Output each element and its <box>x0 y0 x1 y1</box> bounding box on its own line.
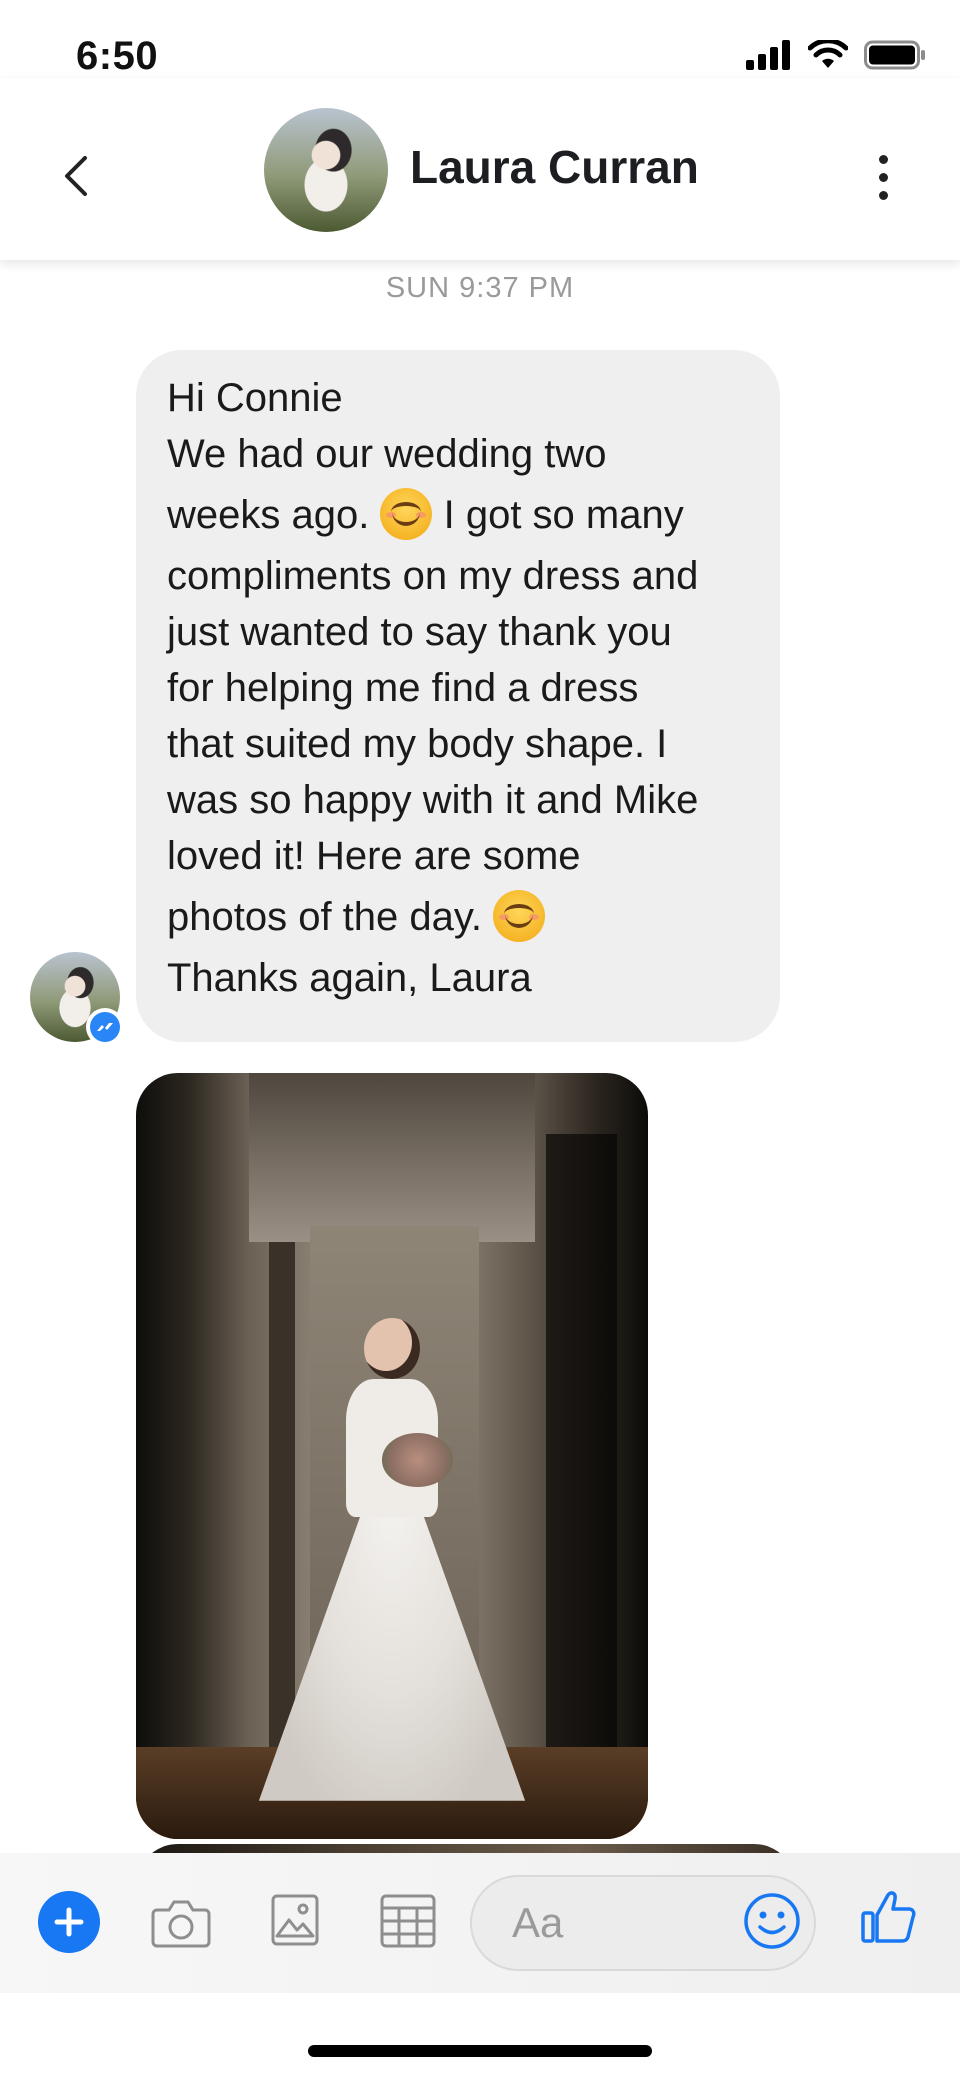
chevron-left-icon <box>65 156 87 196</box>
message-line: loved it! Here are some <box>167 834 581 878</box>
status-icons <box>746 40 926 70</box>
messenger-icon <box>90 1012 120 1042</box>
emoji-button[interactable] <box>742 1891 802 1951</box>
smiling-face-emoji-icon <box>493 890 546 942</box>
message-text: I got so many <box>443 493 684 537</box>
message-composer: Aa <box>0 1853 960 1993</box>
message-text: photos of the day. <box>167 895 483 939</box>
message-line: for helping me find a dress <box>167 666 639 710</box>
status-bar: 6:50 <box>0 0 960 90</box>
wifi-icon <box>808 40 848 68</box>
smiley-icon <box>744 1893 800 1949</box>
more-dots-icon <box>878 154 888 164</box>
plus-icon <box>54 1907 84 1937</box>
message-line: just wanted to say thank you <box>167 610 672 654</box>
message-line: photos of the day. <box>167 884 752 950</box>
back-button[interactable] <box>56 146 96 206</box>
camera-button[interactable] <box>150 1893 212 1953</box>
contact-avatar[interactable] <box>264 108 388 232</box>
gif-button[interactable] <box>380 1893 436 1949</box>
conversation-header: Laura Curran <box>0 78 960 260</box>
message-line: compliments on my dress and <box>167 554 699 598</box>
home-indicator[interactable] <box>308 2045 652 2057</box>
message-input-placeholder: Aa <box>512 1899 564 1946</box>
message-timestamp: SUN 9:37 PM <box>385 272 575 304</box>
grid-icon <box>380 1894 436 1948</box>
message-line: that suited my body shape. I <box>167 722 668 766</box>
message-line: was so happy with it and Mike <box>167 778 699 822</box>
message-text: weeks ago. <box>167 493 370 537</box>
thumbs-up-icon <box>861 1891 916 1943</box>
cellular-signal-icon <box>746 40 790 70</box>
message-line: weeks ago. I got so many <box>167 482 752 548</box>
messenger-badge <box>86 1008 124 1046</box>
photo-attachment[interactable] <box>136 1073 648 1839</box>
gallery-button[interactable] <box>270 1893 320 1947</box>
battery-icon <box>864 40 925 70</box>
contact-name[interactable]: Laura Curran <box>410 140 699 194</box>
message-line: We had our wedding two <box>167 432 607 476</box>
camera-icon <box>151 1900 211 1948</box>
message-bubble[interactable]: Hi Connie We had our wedding two weeks a… <box>136 350 780 1042</box>
message-line: Thanks again, Laura <box>167 956 532 1000</box>
like-button[interactable] <box>858 1887 918 1947</box>
photo-gallery-icon <box>271 1894 319 1946</box>
message-line: Hi Connie <box>167 376 343 420</box>
more-actions-button[interactable] <box>38 1891 100 1953</box>
smiling-face-emoji-icon <box>380 488 433 540</box>
more-options-button[interactable] <box>868 144 898 210</box>
status-time: 6:50 <box>76 34 159 78</box>
